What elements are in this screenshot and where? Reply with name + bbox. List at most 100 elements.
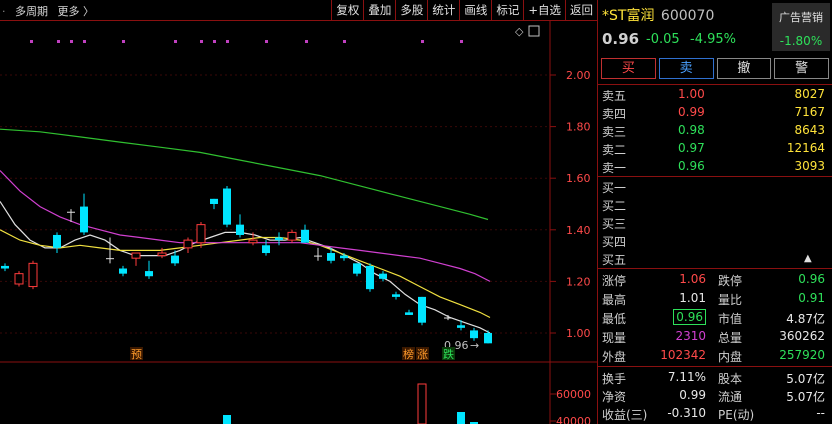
stat-row: 最低 0.96 市值 4.87亿: [598, 309, 832, 327]
draw-line-button[interactable]: 画线: [459, 0, 491, 20]
mark-button[interactable]: 标记: [491, 0, 523, 20]
multi-period-button[interactable]: 多周期: [15, 5, 48, 18]
sell-price: 1.00: [678, 87, 705, 101]
candle-body: [145, 271, 153, 277]
candle-body: [405, 312, 413, 315]
expand-arrow-icon[interactable]: ▲: [804, 253, 812, 264]
sell-price: 0.96: [678, 159, 705, 173]
candle-body: [183, 239, 193, 249]
buy-row: 买一: [598, 178, 832, 196]
sep-4: [598, 366, 832, 367]
candle-body: [444, 317, 452, 319]
stat-label: 现量: [602, 331, 627, 345]
stat-value: 0.99: [679, 388, 706, 402]
alert-button[interactable]: 警: [774, 58, 829, 79]
ma-white-line: [0, 201, 491, 334]
stat-value: --: [816, 406, 825, 420]
sector-box[interactable]: 广告营销 -1.80%: [772, 3, 830, 51]
candle-body: [28, 262, 38, 288]
stock-code: 600070: [660, 8, 715, 24]
diamond-icon[interactable]: ◇: [515, 25, 524, 38]
candle-body: [457, 325, 465, 328]
stat-label: 换手: [602, 372, 627, 386]
sell-row: 卖一 0.96 3093: [598, 158, 832, 176]
overlay-button[interactable]: 叠加: [363, 0, 395, 20]
stat-label: 最高: [602, 293, 627, 307]
candle-body: [262, 245, 270, 254]
volume-bar: [417, 383, 427, 424]
sep-3: [598, 268, 832, 269]
back-button[interactable]: 返回: [565, 0, 597, 20]
stat-label: 量比: [718, 293, 743, 307]
marker-dot: [213, 40, 216, 43]
window-icon[interactable]: [528, 25, 540, 37]
stats-button[interactable]: 统计: [427, 0, 459, 20]
more-button[interactable]: 更多 〉: [58, 5, 95, 18]
candle-body: [119, 268, 127, 274]
sell-level-label: 卖一: [602, 161, 627, 175]
stat-label: 收益(三): [602, 408, 648, 422]
marker-dot: [122, 40, 125, 43]
tag-bang[interactable]: 榜: [403, 347, 414, 361]
stat-label: 总量: [718, 331, 743, 345]
sell-row: 卖四 0.99 7167: [598, 104, 832, 122]
stat-label: 外盘: [602, 350, 627, 364]
stat2-row: 净资 0.99 流通 5.07亿: [598, 387, 832, 405]
sell-level-label: 卖四: [602, 107, 627, 121]
stat-label: 净资: [602, 390, 627, 404]
stat-label: 流通: [718, 390, 743, 404]
marker-dot: [200, 40, 203, 43]
price-change-pct: -4.95%: [690, 32, 736, 47]
kline-chart[interactable]: 2.001.801.601.401.201.006000040000 ◇ 0.9…: [0, 21, 597, 424]
toolbar-buttons: 复权 叠加 多股 统计 画线 标记 +自选 返回: [331, 0, 597, 20]
marker-dot: [460, 40, 463, 43]
candle-body: [392, 294, 400, 297]
quote-panel: *ST富润 600070 广告营销 -1.80% 0.96 -0.05 -4.9…: [597, 0, 832, 424]
marker-dot: [226, 40, 229, 43]
sell-volume: 8643: [794, 123, 825, 137]
price-axis-label: 1.80: [566, 121, 591, 134]
buy-row: 买五: [598, 250, 832, 268]
candle-body: [287, 231, 297, 241]
candle-body: [131, 252, 141, 259]
chart-toolbar: · 多周期 更多 〉 复权 叠加 多股 统计 画线 标记 +自选 返回: [0, 0, 597, 21]
stat-row: 现量 2310 总量 360262: [598, 328, 832, 346]
stat-value: 5.07亿: [786, 372, 825, 386]
stat-value: 5.07亿: [786, 390, 825, 404]
marker-dot: [57, 40, 60, 43]
price-axis-label: 1.40: [566, 224, 591, 237]
sell-level-label: 卖二: [602, 143, 627, 157]
sell-price: 0.97: [678, 141, 705, 155]
stat-value: 1.01: [679, 291, 706, 305]
adjust-button[interactable]: 复权: [331, 0, 363, 20]
sell-price: 0.99: [678, 105, 705, 119]
low-arrow-icon: →: [470, 339, 479, 352]
candle-body: [210, 198, 218, 204]
buy-button[interactable]: 买: [601, 58, 656, 79]
tag-die[interactable]: 跌: [443, 347, 454, 361]
stat-row: 外盘 102342 内盘 257920: [598, 347, 832, 365]
candle-body: [80, 206, 88, 233]
cancel-order-button[interactable]: 撤: [716, 58, 772, 79]
sell-button[interactable]: 卖: [658, 58, 714, 79]
candle-body: [223, 188, 231, 225]
tag-yu[interactable]: 预: [131, 348, 142, 361]
trade-buttons: 买 卖 撤 警: [601, 58, 829, 79]
toolbar-left: · 多周期 更多 〉: [2, 3, 100, 19]
add-watchlist-button[interactable]: +自选: [523, 0, 565, 20]
candle-body: [366, 265, 374, 290]
tag-zhang[interactable]: 涨: [417, 348, 428, 361]
stat-value: 360262: [779, 329, 825, 343]
stat-value: 0.96: [673, 309, 706, 325]
stat-row: 最高 1.01 量比 0.91: [598, 290, 832, 308]
marker-dot: [305, 40, 308, 43]
multi-stock-button[interactable]: 多股: [395, 0, 427, 20]
sell-level-label: 卖三: [602, 125, 627, 139]
volume-axis-label: 60000: [556, 388, 591, 401]
candle-body: [340, 255, 348, 259]
sell-level-label: 卖五: [602, 89, 627, 103]
marker-dot: [174, 40, 177, 43]
stat-label: 涨停: [602, 274, 627, 288]
ma-magenta-line: [0, 170, 491, 282]
stock-header: *ST富润 600070: [602, 5, 714, 25]
